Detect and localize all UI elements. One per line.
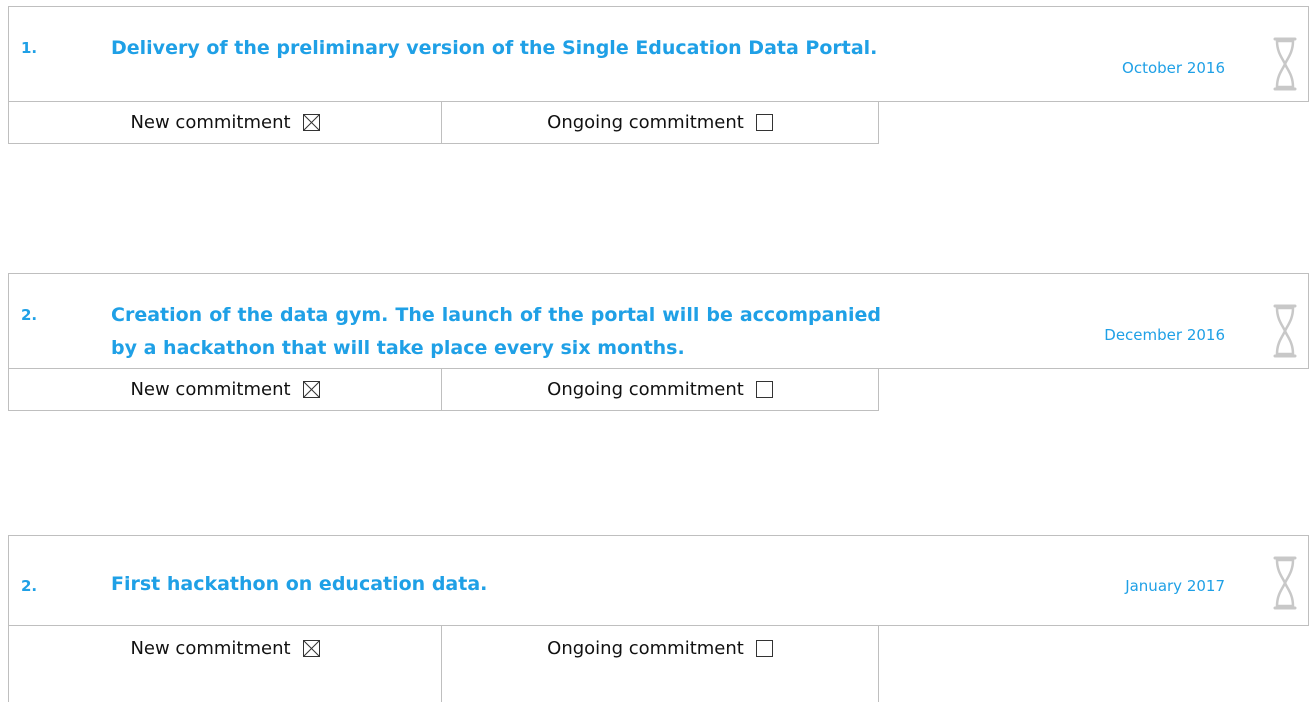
new-commitment-checkbox[interactable] xyxy=(302,381,320,398)
commitment-card: 2. Creation of the data gym. The launch … xyxy=(8,273,1309,411)
commitment-date: October 2016 xyxy=(1122,59,1225,77)
hourglass-icon xyxy=(1272,37,1298,91)
ongoing-commitment-checkbox[interactable] xyxy=(755,640,773,657)
checked-x-icon xyxy=(303,641,319,656)
commitment-status-row: New commitment Ongoing commitment xyxy=(8,102,879,144)
new-commitment-cell: New commitment xyxy=(9,102,442,143)
new-commitment-cell: New commitment xyxy=(9,369,442,410)
ongoing-commitment-label: Ongoing commitment xyxy=(547,379,744,400)
new-commitment-checkbox[interactable] xyxy=(302,114,320,131)
hourglass-icon xyxy=(1272,556,1298,610)
ongoing-commitment-checkbox[interactable] xyxy=(755,381,773,398)
commitment-title: First hackathon on education data. xyxy=(111,573,488,595)
new-commitment-cell: New commitment xyxy=(9,626,442,702)
commitment-title: Creation of the data gym. The launch of … xyxy=(111,304,881,359)
new-commitment-label: New commitment xyxy=(130,112,291,133)
commitment-number: 2. xyxy=(21,577,38,595)
commitment-status-row: New commitment Ongoing commitment xyxy=(8,626,879,702)
commitment-date: January 2017 xyxy=(1125,577,1225,595)
commitment-number: 2. xyxy=(21,306,38,324)
commitment-title: Delivery of the preliminary version of t… xyxy=(111,37,878,59)
ongoing-commitment-checkbox[interactable] xyxy=(755,114,773,131)
ongoing-commitment-cell: Ongoing commitment xyxy=(442,626,878,714)
checked-x-icon xyxy=(303,382,319,397)
hourglass-icon xyxy=(1272,304,1298,358)
ongoing-commitment-cell: Ongoing commitment xyxy=(442,369,878,410)
commitment-date: December 2016 xyxy=(1104,326,1225,344)
commitment-card: 2. First hackathon on education data. Ja… xyxy=(8,535,1309,702)
new-commitment-label: New commitment xyxy=(130,638,291,659)
commitment-card: 1. Delivery of the preliminary version o… xyxy=(8,6,1309,144)
ongoing-commitment-label: Ongoing commitment xyxy=(547,638,744,659)
commitment-number: 1. xyxy=(21,39,38,57)
new-commitment-label: New commitment xyxy=(130,379,291,400)
ongoing-commitment-cell: Ongoing commitment xyxy=(442,102,878,143)
commitment-header: 2. First hackathon on education data. Ja… xyxy=(8,535,1309,626)
checked-x-icon xyxy=(303,115,319,130)
new-commitment-checkbox[interactable] xyxy=(302,640,320,657)
ongoing-commitment-label: Ongoing commitment xyxy=(547,112,744,133)
commitment-header: 1. Delivery of the preliminary version o… xyxy=(8,6,1309,102)
commitment-header: 2. Creation of the data gym. The launch … xyxy=(8,273,1309,369)
commitment-status-row: New commitment Ongoing commitment xyxy=(8,369,879,411)
